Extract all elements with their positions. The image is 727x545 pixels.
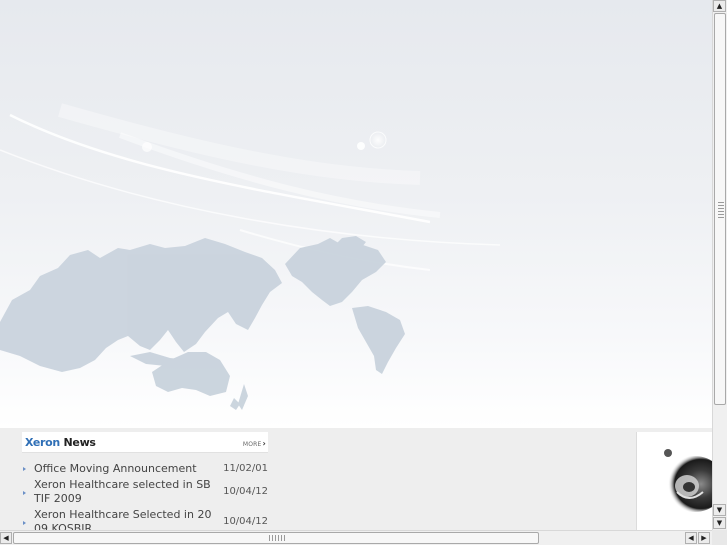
news-item-title[interactable]: Office Moving Announcement: [34, 462, 214, 476]
news-item-date: 11/02/01: [223, 463, 268, 474]
news-title-brand: Xeron: [25, 436, 60, 449]
news-list: Office Moving Announcement 11/02/01 Xero…: [22, 462, 268, 537]
scroll-left-button[interactable]: ◀: [0, 532, 12, 544]
bullet-icon: [23, 521, 26, 525]
vertical-scroll-thumb[interactable]: [714, 13, 726, 405]
chevron-right-icon: ›: [262, 439, 266, 448]
triangle-up-icon: ▲: [716, 2, 723, 10]
news-item-title[interactable]: Xeron Healthcare selected in SBTIF 2009: [34, 478, 214, 506]
news-title: Xeron News: [25, 436, 96, 449]
bullet-icon: [23, 467, 26, 471]
world-map-graphic: [0, 103, 501, 410]
scroll-down-button-2[interactable]: ▼: [713, 517, 726, 529]
horizontal-scrollbar[interactable]: ◀ ◀ ▶: [0, 530, 712, 545]
news-item-date: 10/04/12: [223, 516, 268, 527]
hero-banner: [0, 0, 712, 428]
triangle-left-icon: ◀: [3, 534, 9, 542]
news-item-date: 10/04/12: [223, 486, 268, 497]
promo-banner[interactable]: [636, 432, 713, 531]
news-panel: Xeron News MORE› Office Moving Announcem…: [22, 432, 268, 537]
scroll-left-button-2[interactable]: ◀: [685, 532, 697, 544]
grip-icon: [269, 535, 285, 541]
ct-scan-image: [664, 449, 713, 512]
bullet-icon: [23, 491, 26, 495]
vertical-scrollbar[interactable]: ▲ ▼ ▼: [712, 0, 727, 530]
triangle-right-icon: ▶: [701, 534, 707, 542]
grip-icon: [718, 202, 724, 218]
more-link[interactable]: MORE›: [243, 439, 266, 448]
news-title-word: News: [63, 436, 96, 449]
triangle-down-icon: ▼: [716, 519, 723, 527]
triangle-left-icon: ◀: [688, 534, 694, 542]
more-label: MORE: [242, 441, 262, 448]
scrollbar-corner: [712, 530, 727, 545]
scroll-up-button[interactable]: ▲: [713, 0, 726, 12]
scroll-down-button[interactable]: ▼: [713, 504, 726, 516]
horizontal-scroll-thumb[interactable]: [13, 532, 539, 544]
news-item[interactable]: Office Moving Announcement 11/02/01: [22, 462, 268, 477]
news-header: Xeron News MORE›: [22, 432, 268, 453]
scroll-right-button[interactable]: ▶: [698, 532, 710, 544]
triangle-down-icon: ▼: [716, 506, 723, 514]
news-item[interactable]: Xeron Healthcare selected in SBTIF 2009 …: [22, 478, 268, 507]
